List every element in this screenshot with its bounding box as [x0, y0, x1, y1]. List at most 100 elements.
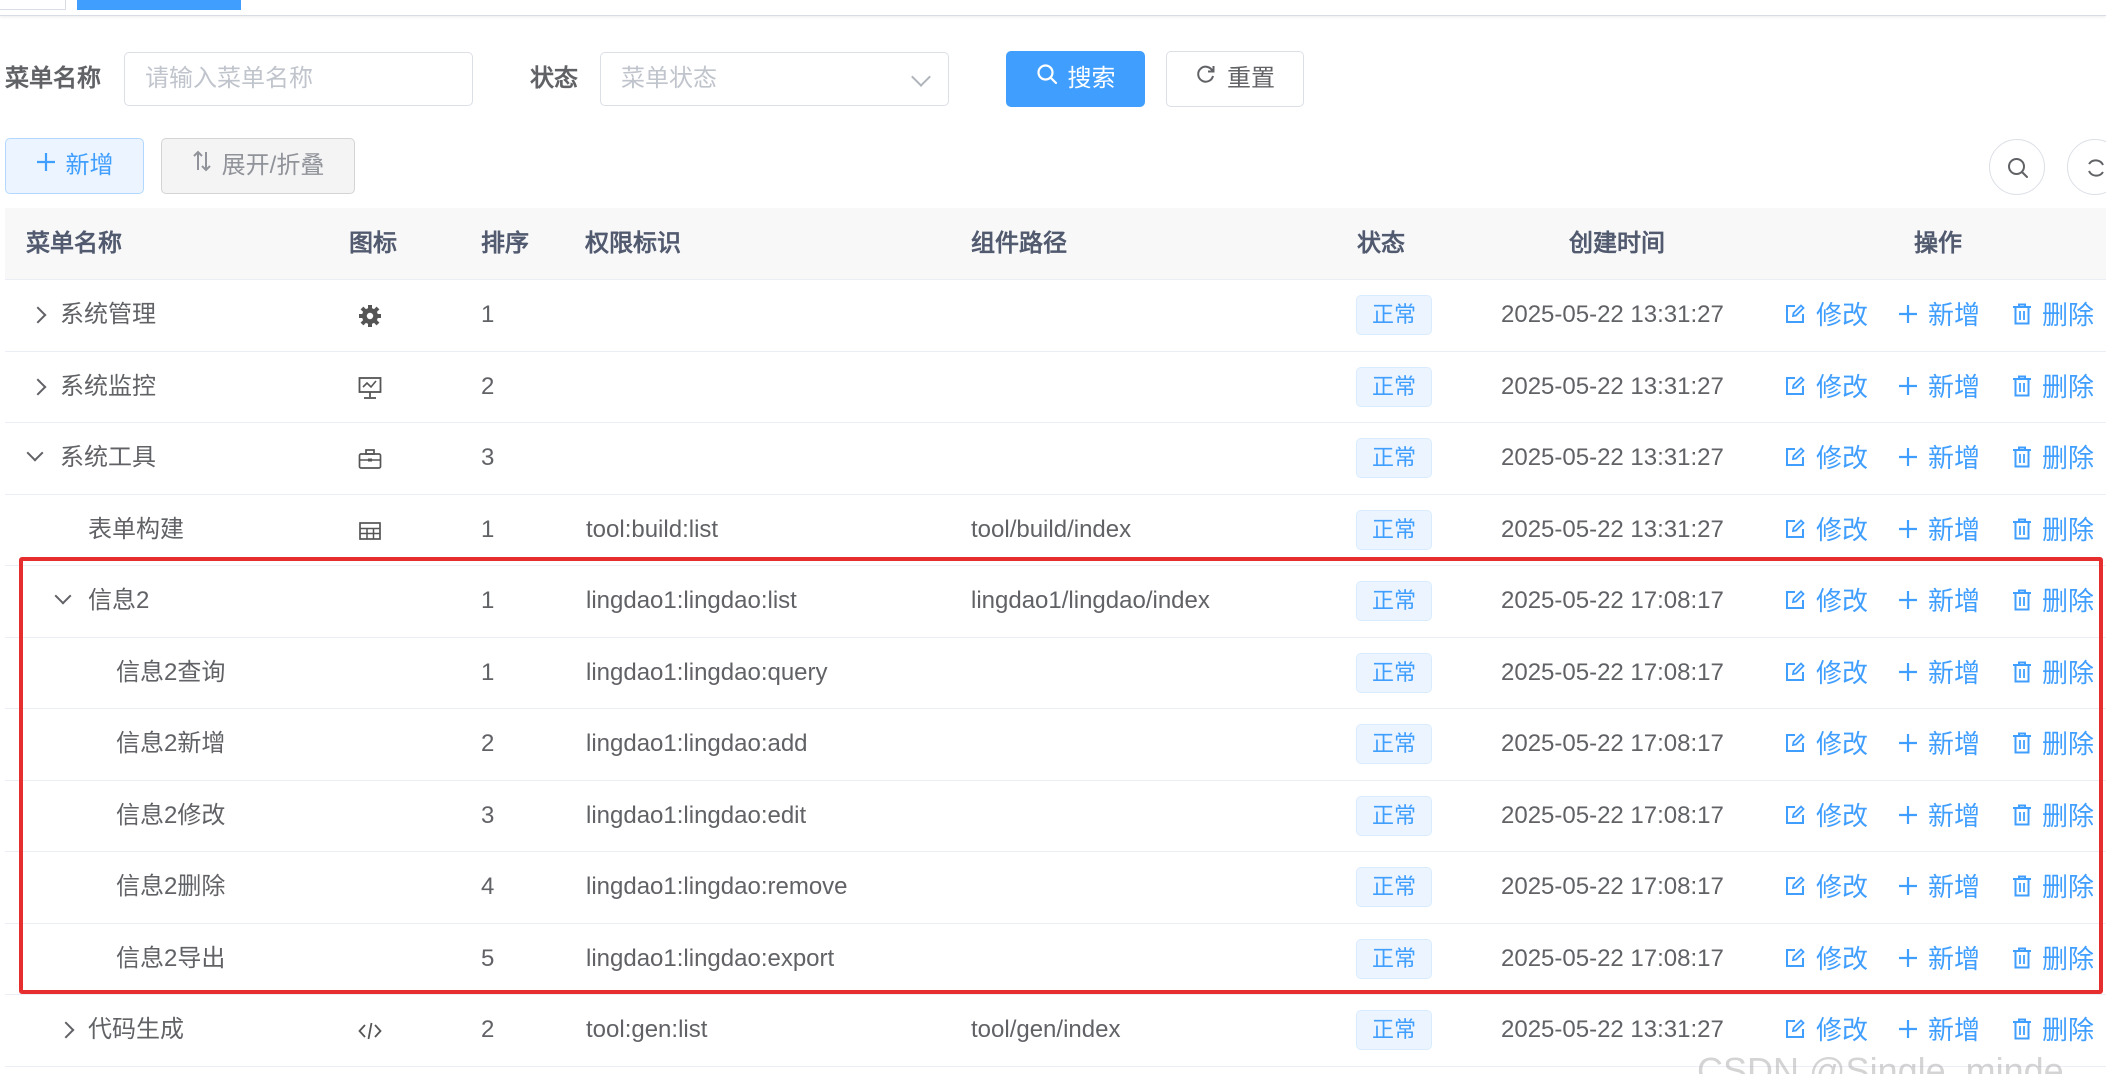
trash-icon — [2012, 801, 2042, 831]
perms-cell: lingdao1:lingdao:list — [586, 587, 797, 614]
table-row: 信息2导出 5 lingdao1:lingdao:export 正常 2025-05-2… — [5, 924, 2106, 995]
menu-name-cell: 信息2删除 — [116, 873, 226, 900]
add-child-link[interactable]: 新增 — [1898, 495, 1980, 565]
edit-link[interactable]: 修改 — [1784, 995, 1868, 1065]
search-button[interactable]: 搜索 — [1006, 51, 1145, 107]
tags-view-bar — [0, 0, 2106, 16]
plus-icon — [1898, 729, 1928, 759]
plus-icon — [36, 138, 56, 192]
trash-icon — [2012, 586, 2042, 616]
delete-link[interactable]: 删除 — [2012, 852, 2094, 922]
component-cell: lingdao1/lingdao/index — [971, 587, 1210, 614]
refresh-icon — [2088, 159, 2104, 177]
gear-icon — [357, 303, 383, 334]
delete-link[interactable]: 删除 — [2012, 924, 2094, 994]
perms-cell: lingdao1:lingdao:export — [586, 944, 835, 972]
delete-link[interactable]: 删除 — [2012, 280, 2094, 350]
toolbox-icon — [357, 446, 383, 477]
plus-icon — [1898, 944, 1928, 974]
delete-link[interactable]: 删除 — [2012, 495, 2094, 565]
plus-icon — [1898, 1015, 1928, 1045]
add-child-link[interactable]: 新增 — [1898, 709, 1980, 779]
created-time-cell: 2025-05-22 13:31:27 — [1501, 515, 1724, 543]
add-child-link[interactable]: 新增 — [1898, 352, 1980, 422]
trash-icon — [2012, 372, 2042, 402]
order-cell: 5 — [481, 944, 495, 972]
perms-cell: lingdao1:lingdao:edit — [586, 801, 807, 829]
add-child-link[interactable]: 新增 — [1898, 280, 1980, 350]
table-row: 表单构建 1 tool:build:list tool/build/index 正常 20… — [5, 495, 2106, 566]
plus-icon — [1898, 443, 1928, 473]
expand-arrow-right-icon[interactable] — [29, 378, 47, 395]
delete-link[interactable]: 删除 — [2012, 781, 2094, 851]
edit-link[interactable]: 修改 — [1784, 280, 1868, 350]
toggle-search-button[interactable] — [1989, 139, 2045, 195]
edit-link[interactable]: 修改 — [1784, 781, 1868, 851]
add-child-link[interactable]: 新增 — [1898, 638, 1980, 708]
edit-icon — [1784, 729, 1816, 759]
trash-icon — [2012, 872, 2042, 902]
menu-name-cell: 信息2新增 — [116, 730, 226, 757]
chevron-down-icon — [911, 67, 931, 87]
expand-collapse-button[interactable]: 展开/折叠 — [161, 138, 355, 194]
edit-icon — [1784, 443, 1816, 473]
delete-link[interactable]: 删除 — [2012, 566, 2094, 636]
edit-link[interactable]: 修改 — [1784, 852, 1868, 922]
trash-icon — [2012, 729, 2042, 759]
delete-link[interactable]: 删除 — [2012, 995, 2094, 1065]
table-row: 系统管理 1 正常 2025-05-22 13:31:27 修改 新增 删除 — [5, 280, 2106, 352]
status-placeholder: 菜单状态 — [621, 65, 717, 92]
delete-link[interactable]: 删除 — [2012, 423, 2094, 493]
add-child-link[interactable]: 新增 — [1898, 995, 1980, 1065]
add-child-link[interactable]: 新增 — [1898, 852, 1980, 922]
trash-icon — [2012, 1015, 2042, 1045]
edit-link[interactable]: 修改 — [1784, 352, 1868, 422]
refresh-table-button[interactable] — [2067, 139, 2106, 195]
add-child-link[interactable]: 新增 — [1898, 566, 1980, 636]
monitor-icon — [357, 375, 383, 406]
delete-link[interactable]: 删除 — [2012, 638, 2094, 708]
created-time-cell: 2025-05-22 17:08:17 — [1501, 658, 1724, 686]
edit-link[interactable]: 修改 — [1784, 924, 1868, 994]
menu-name-cell: 系统工具 — [60, 444, 156, 471]
edit-link[interactable]: 修改 — [1784, 709, 1868, 779]
edit-icon — [1784, 515, 1816, 545]
trash-icon — [2012, 515, 2042, 545]
expand-arrow-down-icon[interactable] — [26, 444, 44, 462]
status-badge: 正常 — [1356, 581, 1432, 621]
delete-link[interactable]: 删除 — [2012, 709, 2094, 779]
edit-link[interactable]: 修改 — [1784, 423, 1868, 493]
perms-cell: lingdao1:lingdao:remove — [586, 873, 848, 900]
menu-name-cell: 信息2查询 — [116, 658, 226, 686]
reset-button[interactable]: 重置 — [1166, 51, 1304, 107]
status-badge: 正常 — [1356, 652, 1432, 693]
perms-cell: tool:gen:list — [586, 1016, 708, 1043]
edit-link[interactable]: 修改 — [1784, 495, 1868, 565]
add-child-link[interactable]: 新增 — [1898, 924, 1980, 994]
add-child-link[interactable]: 新增 — [1898, 423, 1980, 493]
edit-icon — [1784, 801, 1816, 831]
tag-item[interactable] — [0, 0, 66, 10]
table-row: 系统监控 2 正常 2025-05-22 13:31:27 修改 新增 删除 — [5, 352, 2106, 423]
edit-icon — [1784, 300, 1816, 330]
status-select[interactable]: 菜单状态 — [600, 52, 949, 106]
col-component: 组件路径 — [971, 230, 1067, 257]
expand-arrow-down-icon[interactable] — [54, 587, 72, 605]
delete-link[interactable]: 删除 — [2012, 352, 2094, 422]
code-icon — [357, 1018, 383, 1049]
edit-link[interactable]: 修改 — [1784, 638, 1868, 708]
expand-arrow-right-icon[interactable] — [57, 1021, 75, 1039]
add-button[interactable]: 新增 — [5, 138, 144, 194]
edit-link[interactable]: 修改 — [1784, 566, 1868, 636]
menu-name-input[interactable]: 请输入菜单名称 — [124, 52, 473, 106]
order-cell: 1 — [481, 587, 495, 614]
status-badge: 正常 — [1356, 366, 1432, 407]
tag-item-active[interactable] — [77, 0, 241, 10]
created-time-cell: 2025-05-22 17:08:17 — [1501, 587, 1724, 614]
table-icon — [357, 518, 383, 549]
table-row: 信息2删除 4 lingdao1:lingdao:remove 正常 2025-05-2… — [5, 852, 2106, 924]
edit-icon — [1784, 658, 1816, 688]
add-child-link[interactable]: 新增 — [1898, 781, 1980, 851]
menu-table: 菜单名称 图标 排序 权限标识 组件路径 状态 创建时间 操作 系统管理 1 正常 2… — [5, 208, 2106, 1067]
expand-arrow-right-icon[interactable] — [29, 306, 47, 324]
